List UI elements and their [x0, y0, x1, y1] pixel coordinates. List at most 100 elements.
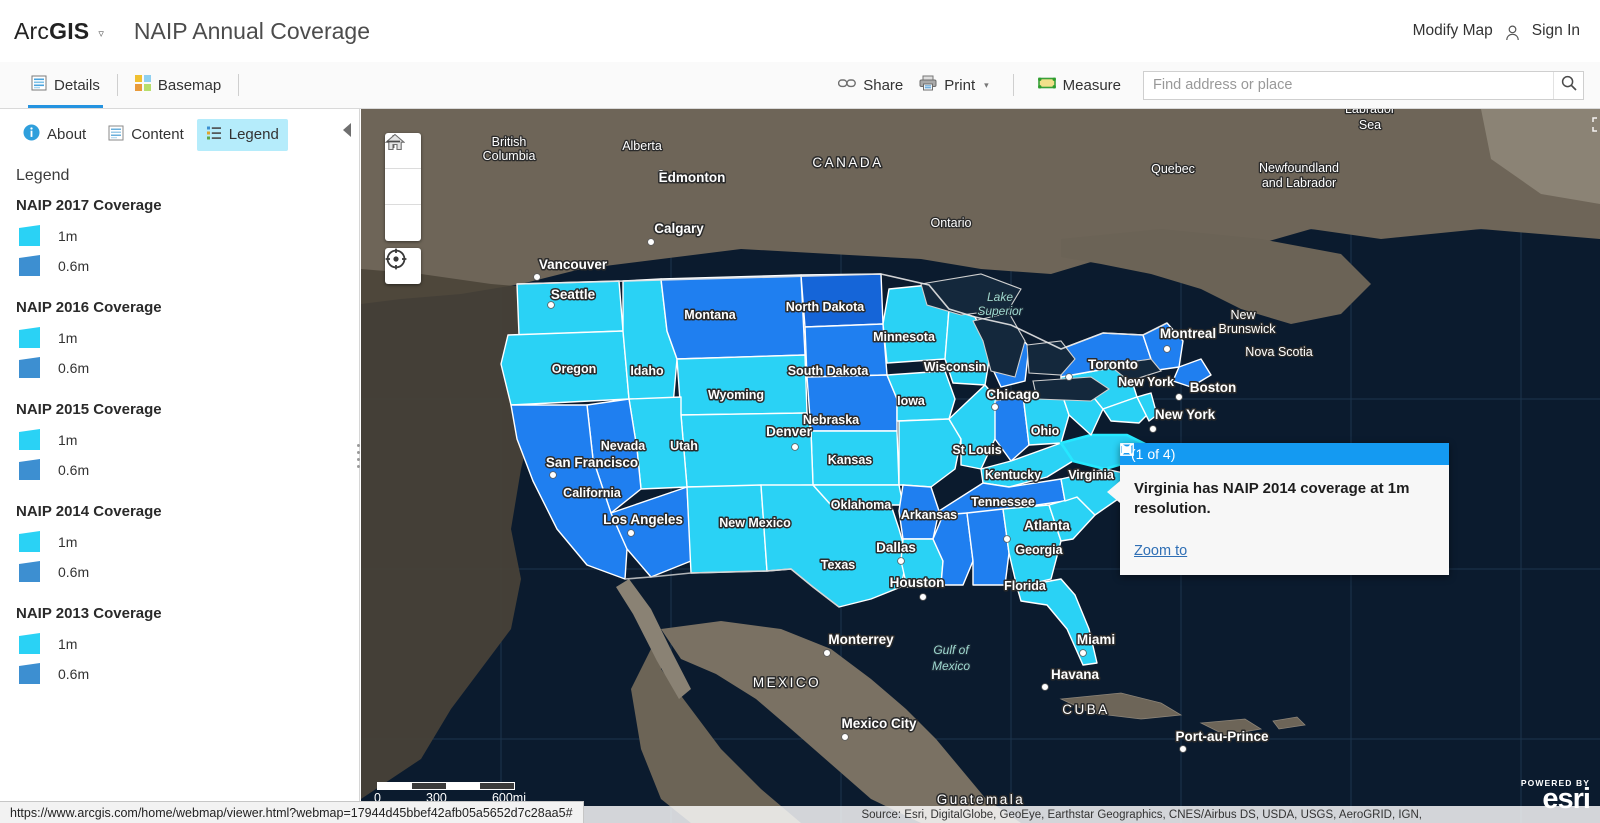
- legend-swatch-label: 1m: [58, 329, 78, 346]
- tab-basemap[interactable]: Basemap: [126, 62, 230, 108]
- map-state-label: South Dakota: [788, 364, 870, 378]
- brand-bold: GIS: [49, 17, 90, 44]
- map-country-label: Guatemala: [937, 792, 1026, 807]
- status-url: https://www.arcgis.com/home/webmap/viewe…: [10, 805, 573, 820]
- print-button[interactable]: Print ▾: [919, 75, 989, 95]
- brand-chevron-down-icon[interactable]: ▿: [98, 27, 104, 40]
- toolbar-divider-1: [116, 74, 118, 96]
- map-city-label: Toronto: [1088, 357, 1138, 372]
- map-region-label: Ontario: [931, 216, 972, 230]
- legend-entry: 0.6m: [16, 561, 359, 582]
- legend-swatch-label: 0.6m: [58, 461, 90, 478]
- map-canvas[interactable]: CANADA MEXICO CUBA Guatemala British Columbia…: [361, 109, 1600, 823]
- map-city-label: Montreal: [1160, 326, 1216, 341]
- legend-swatch-label: 0.6m: [58, 257, 90, 274]
- panel-tab-about-label: About: [47, 126, 87, 143]
- share-link-icon: [838, 77, 857, 94]
- panel-tab-content[interactable]: Content: [99, 119, 193, 151]
- legend-entry: 1m: [16, 327, 359, 348]
- panel-collapse-arrow-icon[interactable]: [343, 123, 351, 137]
- basemap-icon: [134, 75, 151, 95]
- map-state-label: Oklahoma: [831, 498, 892, 512]
- map-city-label: Houston: [890, 575, 945, 590]
- map-state-label: Wisconsin: [924, 360, 986, 374]
- legend-entry: 0.6m: [16, 663, 359, 684]
- brand-prefix: Arc: [14, 17, 50, 44]
- map-city-label: Seattle: [551, 287, 596, 302]
- measure-button[interactable]: Measure: [1037, 75, 1121, 95]
- map-state-label: Kansas: [828, 453, 873, 467]
- search-container: [1143, 70, 1584, 100]
- map-city-label: Vancouver: [539, 257, 608, 272]
- map-country-label: CANADA: [812, 155, 883, 170]
- map-region-label: Nova Scotia: [1245, 345, 1312, 359]
- panel-tab-content-label: Content: [131, 126, 184, 143]
- map-region-label: Newfoundland: [1259, 161, 1339, 175]
- share-button[interactable]: Share: [838, 77, 903, 94]
- map-city-label: Edmonton: [659, 170, 726, 185]
- map-state-label: Georgia: [1015, 543, 1063, 557]
- tab-details[interactable]: Details: [22, 62, 109, 108]
- panel-resize-handle[interactable]: [355, 440, 361, 484]
- modify-map-button[interactable]: Modify Map: [1413, 22, 1493, 40]
- map-state-label: Texas: [821, 558, 856, 572]
- printer-icon: [919, 75, 937, 95]
- legend-layer-title: NAIP 2016 Coverage: [16, 299, 162, 316]
- user-icon: [1505, 25, 1520, 41]
- legend-layer-group: NAIP 2014 Coverage 1m 0.6m: [16, 503, 359, 582]
- print-label: Print: [944, 76, 976, 94]
- map-region-label: Quebec: [1151, 162, 1195, 176]
- legend-swatch-icon: [19, 255, 46, 276]
- map-city-label: Monterrey: [828, 632, 894, 647]
- map-state-label: California: [563, 486, 622, 500]
- map-city-label: Chicago: [986, 387, 1039, 402]
- legend-layer-group: NAIP 2016 Coverage 1m 0.6m: [16, 299, 359, 378]
- map-city-label: Port-au-Prince: [1175, 729, 1269, 744]
- popup-description: Virginia has NAIP 2014 coverage at 1m re…: [1134, 480, 1410, 517]
- map-region-label: Labrador: [1345, 109, 1395, 116]
- legend-layer-title: NAIP 2014 Coverage: [16, 503, 162, 520]
- panel-tab-legend[interactable]: Legend: [196, 118, 288, 151]
- measure-label: Measure: [1062, 76, 1121, 94]
- locate-my-position-button[interactable]: [385, 248, 421, 284]
- sign-in-button[interactable]: Sign In: [1532, 22, 1580, 40]
- map-water-label: Superior: [977, 304, 1023, 318]
- popup-zoom-to-link[interactable]: Zoom to: [1134, 543, 1187, 559]
- map-region-label: Sea: [1359, 118, 1381, 132]
- popup-title-bar: (1 of 4): [1120, 443, 1449, 465]
- map-region-label: Alberta: [622, 139, 662, 153]
- map-city-label: Havana: [1051, 667, 1100, 682]
- legend-swatch-icon: [19, 459, 46, 480]
- map-state-label: North Dakota: [786, 300, 866, 314]
- map-state-label: Utah: [670, 439, 698, 453]
- map-state-label: Nevada: [601, 439, 647, 453]
- legend-swatch-icon: [19, 225, 46, 246]
- legend-layer-list: NAIP 2017 Coverage 1m 0.6m NAIP 2016 Covera…: [0, 185, 359, 684]
- search-button[interactable]: [1553, 71, 1583, 99]
- map-city-label: Miami: [1077, 632, 1115, 647]
- details-icon: [31, 75, 47, 95]
- map-city-label: Los Angeles: [603, 512, 683, 527]
- print-chevron-down-icon[interactable]: ▾: [984, 80, 989, 91]
- scale-bar-segments: [377, 782, 515, 790]
- map-city-label: Dallas: [876, 540, 916, 555]
- zoom-out-button[interactable]: [385, 140, 421, 241]
- arcgis-brand[interactable]: ArcGIS ▿: [0, 17, 104, 65]
- legend-swatch-label: 0.6m: [58, 665, 90, 682]
- legend-layer-title: NAIP 2015 Coverage: [16, 401, 162, 418]
- map-state-label: Kentucky: [985, 468, 1041, 482]
- home-button[interactable]: [385, 133, 421, 205]
- measure-icon: [1037, 75, 1056, 95]
- legend-swatch-icon: [19, 633, 46, 654]
- legend-icon: [206, 125, 222, 145]
- legend-layer-title: NAIP 2013 Coverage: [16, 605, 162, 622]
- map-region-label: New: [1230, 308, 1256, 322]
- legend-swatch-label: 1m: [58, 431, 78, 448]
- tab-details-label: Details: [54, 76, 100, 94]
- search-icon: [1561, 75, 1577, 96]
- search-input[interactable]: [1144, 71, 1553, 99]
- arcgis-map-viewer: ArcGIS ▿ NAIP Annual Coverage Modify Map…: [0, 0, 1600, 823]
- panel-tab-about[interactable]: About: [14, 118, 95, 151]
- map-city-label: Mexico City: [841, 716, 917, 731]
- esri-logo: POWERED BY esri: [1521, 778, 1591, 814]
